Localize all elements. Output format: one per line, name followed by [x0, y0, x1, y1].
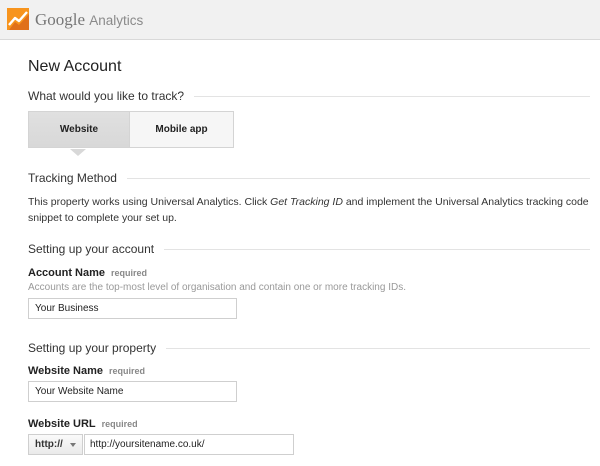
page-title: New Account [28, 58, 122, 75]
required-marker: required [111, 268, 148, 278]
google-analytics-logo-icon[interactable] [7, 8, 29, 30]
account-section-heading: Setting up your account [28, 241, 590, 257]
account-section-title: Setting up your account [28, 242, 155, 256]
website-url-label: Website URL required [28, 418, 138, 430]
section-divider [194, 95, 590, 97]
get-tracking-id-text: Get Tracking ID [270, 196, 343, 208]
property-section-heading: Setting up your property [28, 340, 590, 356]
required-marker: required [101, 419, 138, 429]
section-divider [164, 248, 590, 250]
website-name-input[interactable] [28, 381, 237, 402]
track-type-selector: Website Mobile app [28, 111, 234, 149]
website-url-input[interactable] [84, 434, 294, 455]
protocol-value: http:// [35, 439, 63, 450]
chevron-down-icon [70, 443, 76, 447]
tracking-method-heading: Tracking Method [28, 170, 590, 186]
website-name-label: Website Name required [28, 365, 145, 377]
account-name-label: Account Name required [28, 267, 147, 279]
brand-name[interactable]: Google Analytics [35, 10, 143, 30]
section-divider [166, 347, 590, 349]
track-section-heading: What would you like to track? [28, 88, 590, 104]
account-name-label-text: Account Name [28, 267, 106, 279]
brand-product: Analytics [89, 13, 144, 28]
property-section-title: Setting up your property [28, 341, 157, 355]
section-divider [126, 177, 590, 179]
required-marker: required [109, 366, 146, 376]
track-question: What would you like to track? [28, 89, 185, 103]
selected-tab-pointer [70, 149, 86, 156]
brand-google: Google [35, 10, 86, 29]
tracking-method-description: This property works using Universal Anal… [28, 194, 593, 226]
tracking-method-title: Tracking Method [28, 171, 117, 185]
description-text: This property works using Universal Anal… [28, 196, 271, 208]
top-bar: Google Analytics [0, 0, 600, 40]
tab-website[interactable]: Website [28, 111, 130, 148]
account-name-hint: Accounts are the top-most level of organ… [28, 282, 406, 293]
account-name-input[interactable] [28, 298, 237, 319]
tab-mobile-app[interactable]: Mobile app [130, 111, 234, 148]
protocol-select[interactable]: http:// [28, 434, 83, 455]
website-name-label-text: Website Name [28, 365, 103, 377]
website-url-label-text: Website URL [28, 418, 96, 430]
